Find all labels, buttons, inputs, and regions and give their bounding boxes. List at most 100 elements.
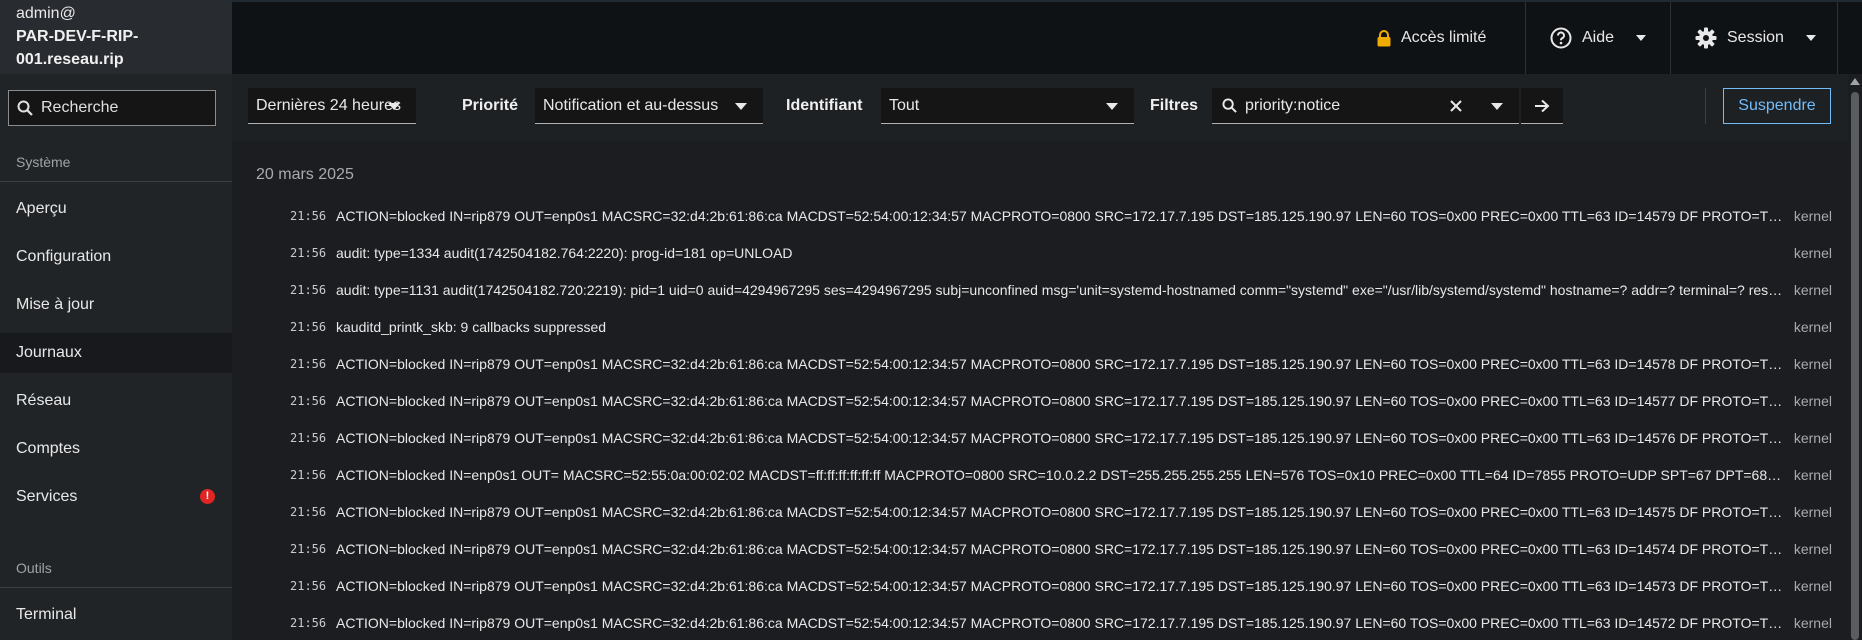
log-entry-row[interactable]: 21:56 ACTION=blocked IN=rip879 OUT=enp0s1…	[232, 344, 1848, 381]
log-entry-row[interactable]: 21:56 audit: type=1334 audit(1742504182.7…	[232, 233, 1848, 270]
host-switcher[interactable]: admin@ PAR-DEV-F-RIP- 001.reseau.rip	[0, 0, 232, 74]
clear-icon[interactable]	[1450, 100, 1462, 112]
section-divider	[0, 181, 232, 182]
section-tools: Outils	[16, 560, 52, 576]
scrollbar-thumb[interactable]	[1851, 92, 1859, 640]
log-entry-row[interactable]: 21:56 ACTION=blocked IN=rip879 OUT=enp0s1…	[232, 381, 1848, 418]
log-entry-message: kauditd_printk_skb: 9 callbacks suppress…	[336, 319, 607, 335]
log-entry-row[interactable]: 21:56 ACTION=blocked IN=rip879 OUT=enp0s1…	[232, 492, 1848, 529]
sidebar-item-reseau[interactable]: Réseau	[0, 381, 232, 421]
log-entry-source: kernel	[1793, 282, 1832, 298]
log-entry-source: kernel	[1793, 208, 1832, 224]
log-entry-row[interactable]: 21:56 ACTION=blocked IN=rip879 OUT=enp0s1…	[232, 566, 1848, 603]
log-entry-message: audit: type=1131 audit(1742504182.720:22…	[336, 282, 1784, 298]
filter-dropdown-toggle[interactable]	[1474, 88, 1519, 123]
top-bar: Accès limité Aide Session	[232, 0, 1862, 74]
log-date-header: 20 mars 2025	[256, 166, 354, 183]
log-entry-source: kernel	[1793, 578, 1832, 594]
sidebar-item-configuration[interactable]: Configuration	[0, 237, 232, 277]
log-entry-message: ACTION=blocked IN=rip879 OUT=enp0s1 MACS…	[336, 208, 1784, 224]
log-entry-source: kernel	[1793, 615, 1832, 631]
log-entry-message: ACTION=blocked IN=rip879 OUT=enp0s1 MACS…	[336, 393, 1784, 409]
identifier-select[interactable]: Tout	[881, 88, 1134, 124]
log-entry-source: kernel	[1793, 504, 1832, 520]
help-icon	[1550, 27, 1572, 49]
log-entry-time: 21:56	[290, 505, 327, 519]
section-system: Système	[16, 154, 71, 170]
sidebar-item-journaux[interactable]: Journaux	[0, 333, 232, 373]
log-entry-source: kernel	[1793, 245, 1832, 261]
log-entry-message: ACTION=blocked IN=rip879 OUT=enp0s1 MACS…	[336, 504, 1784, 520]
log-entry-source: kernel	[1793, 541, 1832, 557]
sidebar-item-comptes[interactable]: Comptes	[0, 429, 232, 469]
chevron-down-icon	[1636, 35, 1647, 41]
identifier-label: Identifiant	[786, 97, 863, 114]
log-entry-time: 21:56	[290, 542, 327, 556]
apply-filter-button[interactable]	[1521, 88, 1563, 124]
log-entry-source: kernel	[1793, 356, 1832, 372]
sidebar-item-apercu[interactable]: Aperçu	[0, 189, 232, 229]
search-input[interactable]: Recherche	[8, 90, 216, 126]
host-user: admin@	[16, 5, 76, 22]
log-entry-time: 21:56	[290, 431, 327, 445]
log-entry-source: kernel	[1793, 467, 1832, 483]
search-icon	[17, 100, 33, 116]
help-label: Aide	[1582, 29, 1615, 46]
log-entry-source: kernel	[1793, 393, 1832, 409]
log-entry-source: kernel	[1793, 319, 1832, 335]
sidebar-item-services[interactable]: Services	[0, 477, 232, 517]
log-entry-time: 21:56	[290, 246, 327, 260]
lock-icon	[1377, 29, 1391, 46]
log-entry-time: 21:56	[290, 320, 327, 334]
session-label: Session	[1727, 29, 1784, 46]
filter-text-input[interactable]: priority:notice	[1212, 88, 1519, 124]
log-entry-row[interactable]: 21:56 kauditd_printk_skb: 9 callbacks sup…	[232, 307, 1848, 344]
session-menu[interactable]: Session	[1695, 2, 1816, 74]
sidebar: admin@ PAR-DEV-F-RIP- 001.reseau.rip Rec…	[0, 0, 232, 640]
priority-label: Priorité	[462, 97, 519, 114]
identifier-value: Tout	[889, 96, 920, 114]
caret-down-icon	[388, 103, 400, 110]
sidebar-item-mise-a-jour[interactable]: Mise à jour	[0, 285, 232, 325]
filter-text-value: priority:notice	[1245, 96, 1341, 114]
host-name-line2: 001.reseau.rip	[16, 51, 124, 68]
search-icon	[1222, 98, 1237, 113]
log-entry-row[interactable]: 21:56 ACTION=blocked IN=enp0s1 OUT= MACSR…	[232, 455, 1848, 492]
log-entry-row[interactable]: 21:56 ACTION=blocked IN=rip879 OUT=enp0s1…	[232, 418, 1848, 455]
sidebar-item-terminal[interactable]: Terminal	[0, 595, 232, 635]
period-select[interactable]: Dernières 24 heures	[248, 88, 416, 124]
log-entry-row[interactable]: 21:56 ACTION=blocked IN=rip879 OUT=enp0s1…	[232, 529, 1848, 566]
limited-access-button[interactable]: Accès limité	[1377, 2, 1486, 74]
log-entry-row[interactable]: 21:56 ACTION=blocked IN=rip879 OUT=enp0s1…	[232, 196, 1848, 233]
log-entry-message: audit: type=1334 audit(1742504182.764:22…	[336, 245, 793, 261]
log-entry-message: ACTION=blocked IN=rip879 OUT=enp0s1 MACS…	[336, 615, 1784, 631]
gear-icon	[1695, 27, 1717, 49]
priority-value: Notification et au-dessus	[543, 96, 719, 114]
log-entry-message: ACTION=blocked IN=rip879 OUT=enp0s1 MACS…	[336, 356, 1784, 372]
suspend-button[interactable]: Suspendre	[1723, 88, 1831, 124]
log-entry-row[interactable]: 21:56 audit: type=1131 audit(1742504182.7…	[232, 270, 1848, 307]
priority-select[interactable]: Notification et au-dessus	[535, 88, 763, 124]
log-entry-row[interactable]: 21:56 ACTION=blocked IN=rip879 OUT=enp0s1…	[232, 603, 1848, 640]
filter-toolbar: Dernières 24 heures Priorité Notificatio…	[232, 74, 1862, 141]
log-entry-time: 21:56	[290, 357, 327, 371]
scrollbar[interactable]	[1848, 74, 1862, 640]
services-alert-badge: !	[200, 489, 215, 504]
section-divider	[0, 587, 232, 588]
topbar-divider	[1525, 2, 1526, 74]
search-placeholder: Recherche	[41, 99, 119, 116]
log-entry-time: 21:56	[290, 209, 327, 223]
limited-access-label: Accès limité	[1401, 29, 1487, 46]
period-value: Dernières 24 heures	[256, 96, 401, 114]
log-entry-message: ACTION=blocked IN=rip879 OUT=enp0s1 MACS…	[336, 541, 1784, 557]
topbar-divider	[1837, 2, 1838, 74]
log-entry-time: 21:56	[290, 394, 327, 408]
toolbar-divider	[1705, 88, 1706, 124]
help-menu[interactable]: Aide	[1550, 2, 1647, 74]
log-entry-time: 21:56	[290, 579, 327, 593]
log-entry-message: ACTION=blocked IN=rip879 OUT=enp0s1 MACS…	[336, 430, 1784, 446]
filters-label: Filtres	[1150, 97, 1199, 114]
arrow-right-icon	[1535, 99, 1550, 112]
chevron-down-icon	[1805, 35, 1816, 41]
scroll-up-arrow-icon[interactable]	[1850, 78, 1860, 85]
